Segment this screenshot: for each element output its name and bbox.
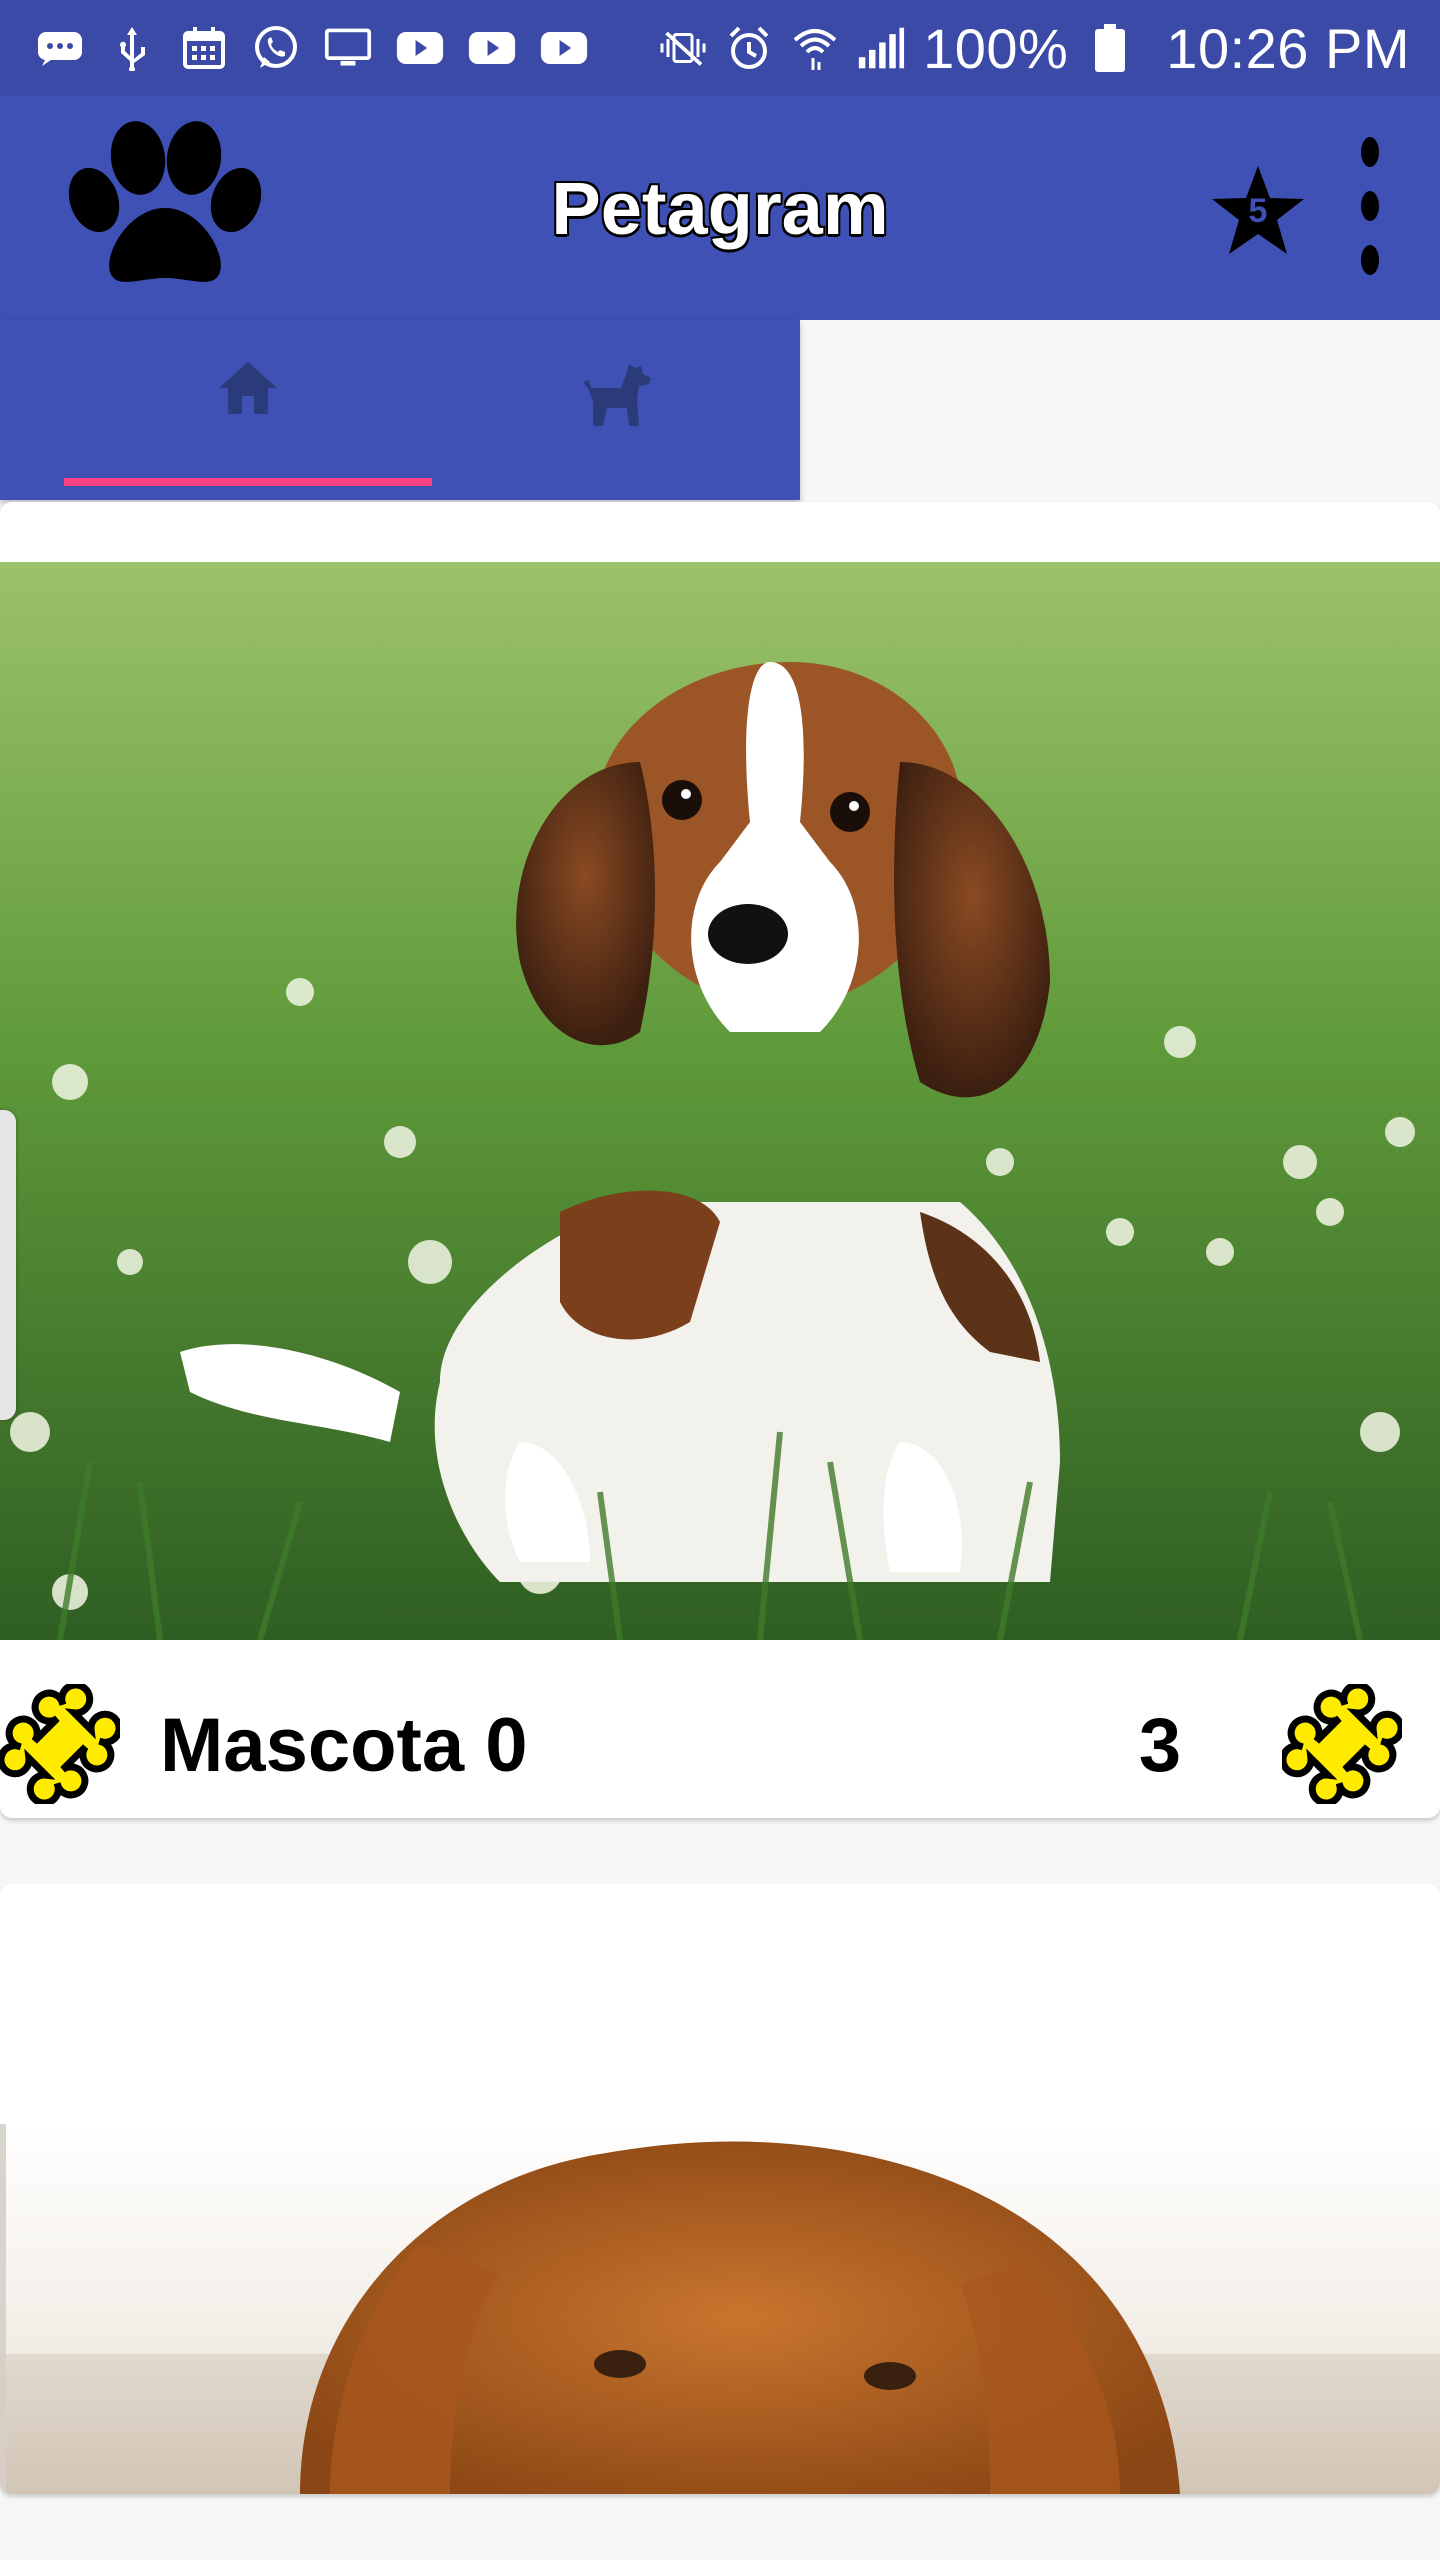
usb-icon — [108, 24, 156, 72]
bone-icon — [0, 1681, 123, 1807]
favorites-button[interactable]: 5 — [1208, 162, 1308, 258]
notification-icons — [36, 24, 588, 72]
status-bar: 100% 10:26 PM — [0, 0, 1440, 96]
cast-icon — [324, 24, 372, 72]
battery-percent: 100% — [923, 16, 1069, 80]
pet-rating-count: 3 — [1138, 1703, 1182, 1788]
more-vert-icon — [1361, 137, 1379, 275]
tab-bar — [0, 320, 800, 500]
vibrate-mute-icon — [659, 24, 707, 72]
youtube-icon — [540, 24, 588, 72]
pet-photo-beagle — [0, 562, 1440, 1640]
rate-button[interactable] — [0, 1681, 123, 1807]
pet-photo-golden — [0, 2124, 1440, 2494]
pet-card-footer: Mascota 0 3 — [0, 1640, 1440, 1818]
calendar-icon — [180, 24, 228, 72]
tab-home[interactable] — [64, 320, 432, 500]
whatsapp-icon — [252, 24, 300, 72]
status-time: 10:26 PM — [1166, 16, 1410, 80]
alarm-icon — [725, 24, 773, 72]
rating-bone-icon-wrap — [1279, 1681, 1405, 1807]
side-drawer-handle[interactable] — [0, 1110, 16, 1420]
messages-icon — [36, 24, 84, 72]
signal-icon — [857, 24, 905, 72]
pet-card[interactable] — [0, 1884, 1440, 2494]
tab-pets[interactable] — [432, 320, 800, 500]
wifi-icon — [791, 24, 839, 72]
home-icon — [219, 362, 277, 414]
youtube-icon — [396, 24, 444, 72]
bone-icon — [1279, 1681, 1405, 1807]
battery-icon — [1086, 24, 1134, 72]
tab-indicator — [64, 478, 432, 486]
dog-icon — [583, 364, 651, 426]
pet-name: Mascota 0 — [160, 1703, 528, 1788]
overflow-menu-button[interactable] — [1340, 136, 1400, 286]
youtube-icon — [468, 24, 516, 72]
app-bar: Petagram 5 — [0, 96, 1440, 320]
favorites-count: 5 — [1248, 192, 1268, 230]
pet-card[interactable]: Mascota 0 3 — [0, 502, 1440, 1818]
